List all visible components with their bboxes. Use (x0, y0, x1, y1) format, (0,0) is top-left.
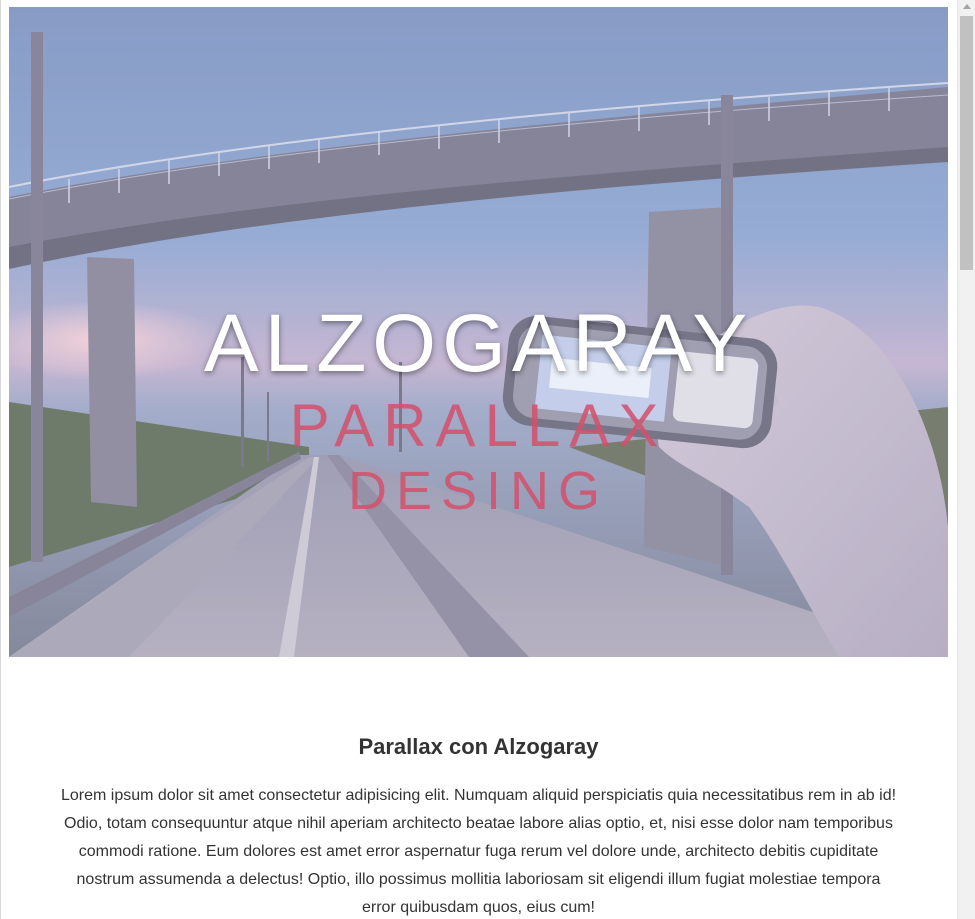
content-heading: Parallax con Alzogaray (358, 734, 599, 759)
hero-title: ALZOGARAY (203, 298, 754, 389)
hero-subtitle-parallax: PARALLAX (289, 392, 668, 459)
content-paragraph: Lorem ipsum dolor sit amet consectetur a… (60, 787, 897, 916)
page-viewport: ALZOGARAY PARALLAX DESING Parallax con A… (0, 0, 975, 919)
hero-subtitle-desing: DESING (347, 461, 610, 521)
hero-section: ALZOGARAY PARALLAX DESING (9, 7, 948, 657)
scrollbar-thumb[interactable] (960, 16, 973, 270)
scroll-up-arrow-icon[interactable] (963, 4, 971, 9)
page-edge (0, 0, 1, 919)
vertical-scrollbar[interactable] (957, 0, 975, 919)
content-section: Parallax con Alzogaray Lorem ipsum dolor… (60, 720, 897, 919)
